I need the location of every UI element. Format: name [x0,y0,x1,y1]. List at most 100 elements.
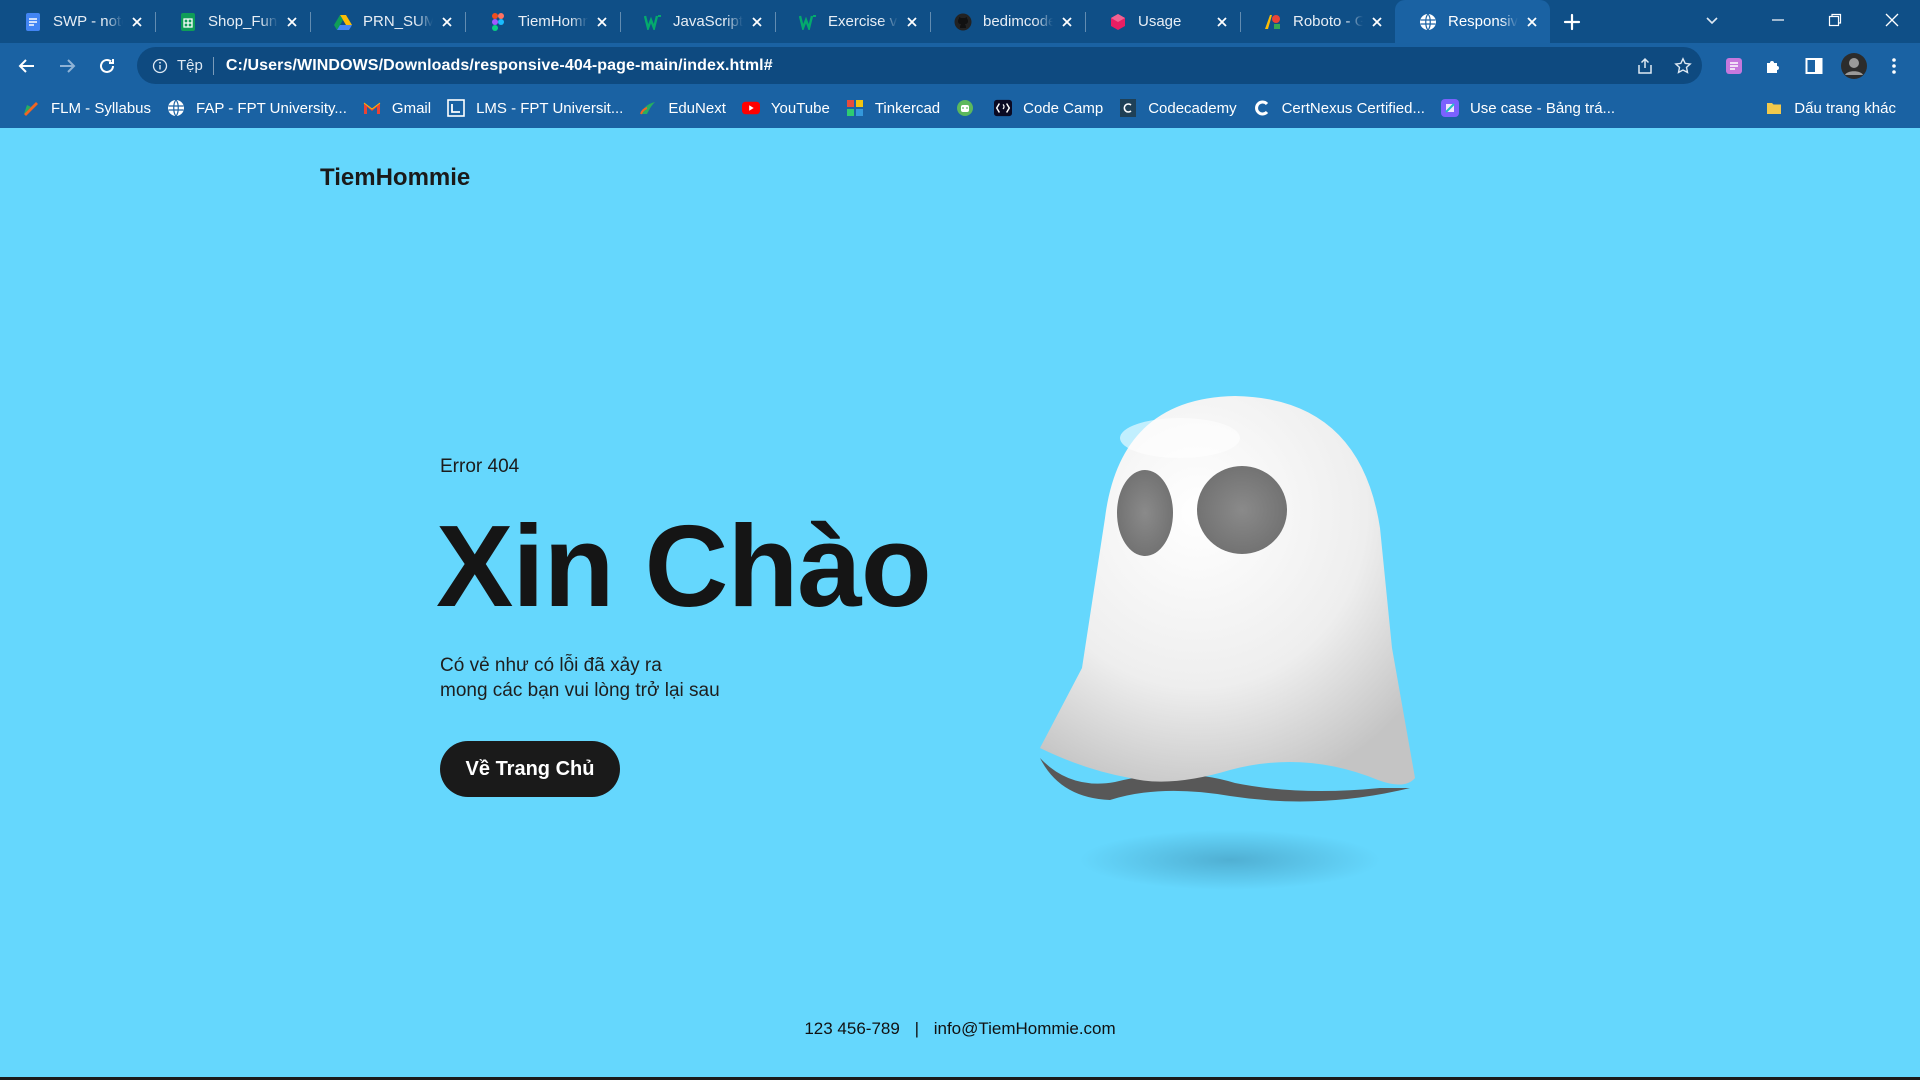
back-button[interactable] [7,46,47,86]
tab-strip: SWP - notes Shop_Functions PRN_SUM_ TiemHom… [0,0,1920,43]
close-window-button[interactable] [1863,0,1920,40]
close-tab-icon[interactable] [1524,14,1540,30]
info-icon[interactable] [151,57,169,75]
home-button[interactable]: Về Trang Chủ [440,741,620,797]
ghost-shadow [1080,830,1380,890]
close-icon [1885,13,1898,27]
bookmark-label: EduNext [668,99,726,117]
bookmark-item[interactable]: Code Camp [988,93,1113,123]
browser-tab[interactable]: SWP - notes [0,0,155,43]
bookmark-item[interactable]: Codecademy [1113,93,1246,123]
bookmark-item[interactable]: FAP - FPT University... [161,93,357,123]
bookmark-item[interactable]: FLM - Syllabus [16,93,161,123]
bookmark-label: CertNexus Certified... [1281,99,1425,117]
url-text[interactable]: C:/Users/WINDOWS/Downloads/responsive-40… [226,57,773,75]
forward-button[interactable] [47,46,87,86]
extension-notes-button[interactable] [1714,46,1754,86]
bookmark-label: FLM - Syllabus [51,99,152,117]
bookmark-item[interactable]: Gmail [357,93,441,123]
browser-tab[interactable]: PRN_SUM_ [310,0,465,43]
w3-icon [644,13,662,31]
close-tab-icon[interactable] [749,14,765,30]
tab-title: TiemHommie [518,13,588,30]
kebab-menu-icon [1892,57,1896,74]
page-title: Xin Chào [436,501,932,631]
folder-icon [1765,99,1783,117]
tab-title: Usage [1138,13,1182,30]
reload-icon [100,58,114,73]
youtube-icon [741,99,760,117]
tab-search-button[interactable] [1700,8,1724,32]
close-tab-icon[interactable] [439,14,455,30]
browser-tab[interactable]: Exercise v3. [775,0,930,43]
close-tab-icon[interactable] [594,14,610,30]
reload-button[interactable] [87,46,127,86]
extensions-button[interactable] [1754,46,1794,86]
side-panel-button[interactable] [1794,46,1834,86]
ghost-left-eye [1117,470,1173,556]
footer-contact: 123 456-789 | info@TiemHommie.com [0,1019,1920,1039]
browser-tab[interactable]: Roboto - Go [1240,0,1395,43]
ghost-body [1040,396,1415,785]
bookmark-label: FAP - FPT University... [196,99,347,117]
browser-tab[interactable]: TiemHommie [465,0,620,43]
minimize-button[interactable] [1749,0,1806,40]
share-icon[interactable] [1636,57,1654,75]
error-message-line-1: Có vẻ như có lỗi đã xảy ra [440,655,662,676]
bookmarks-bar: FLM - Syllabus FAP - FPT University... Gma… [0,88,1920,128]
footer-separator: | [914,1019,919,1038]
minimize-icon [1771,19,1784,21]
lms-icon [447,99,465,117]
restore-button[interactable] [1806,0,1863,40]
usecase-icon [1440,99,1459,117]
address-bar[interactable]: Tệp C:/Users/WINDOWS/Downloads/responsiv… [137,47,1702,84]
puzzle-icon [1767,60,1779,73]
tab-title: SWP - notes [53,13,123,30]
other-bookmarks-label: Dấu trang khác [1794,99,1896,117]
bookmark-item[interactable]: Tinkercad [840,93,950,123]
codecademy-icon [1119,99,1137,117]
browser-tab[interactable]: bedimcode [930,0,1085,43]
arrow-right-icon [60,58,76,73]
gmail-icon [363,99,381,117]
browser-tab[interactable]: Shop_Functions [155,0,310,43]
side-panel-icon [1805,57,1823,74]
docs-icon [24,12,42,31]
notes-extension-icon [1726,57,1742,74]
star-icon[interactable] [1674,56,1692,75]
globe-icon [167,99,185,117]
footer-email[interactable]: info@TiemHommie.com [934,1019,1116,1038]
menu-button[interactable] [1874,46,1914,86]
close-tab-icon[interactable] [1059,14,1075,30]
close-tab-icon[interactable] [904,14,920,30]
browser-tab[interactable]: JavaScript T [620,0,775,43]
footer-phone[interactable]: 123 456-789 [804,1019,899,1038]
browser-tab[interactable]: Usage [1085,0,1240,43]
drive-icon [334,13,352,31]
github-icon [954,13,972,31]
new-tab-button[interactable] [1550,0,1594,43]
bookmark-label: YouTube [770,99,830,117]
edunext-icon [639,99,657,117]
scheme-label: Tệp [177,56,214,75]
bookmark-item[interactable]: Use case - Bảng trá... [1435,93,1625,123]
close-tab-icon[interactable] [1214,14,1230,30]
android-icon [956,99,974,117]
site-logo[interactable]: TiemHommie [320,164,470,192]
tab-title: Responsive [1448,13,1518,30]
bookmark-item[interactable] [950,93,988,123]
figma-icon [489,12,507,31]
bookmark-item[interactable]: CertNexus Certified... [1247,93,1435,123]
bookmark-item[interactable]: EduNext [633,93,736,123]
browser-tab[interactable]: Responsive [1395,0,1550,43]
browser-toolbar: Tệp C:/Users/WINDOWS/Downloads/responsiv… [0,43,1920,88]
sheets-icon [179,12,197,31]
close-tab-icon[interactable] [129,14,145,30]
profile-button[interactable] [1834,46,1874,86]
close-tab-icon[interactable] [284,14,300,30]
bookmark-item[interactable]: YouTube [736,93,840,123]
avatar [1841,52,1867,79]
close-tab-icon[interactable] [1369,14,1385,30]
other-bookmarks-folder[interactable]: Dấu trang khác [1759,93,1906,123]
bookmark-item[interactable]: LMS - FPT Universit... [441,93,633,123]
